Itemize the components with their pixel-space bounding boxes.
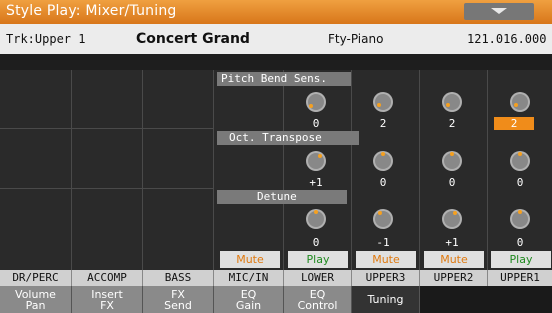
channel-column-dr-perc [0,70,72,270]
row-divider [0,188,213,189]
mute-button-upper2[interactable]: Mute [424,251,484,268]
header-strip [0,54,552,70]
channel-label-mic-in[interactable]: MIC/IN [214,270,284,286]
channel-column-mic-in [214,70,284,270]
tab-label-line2: FX [100,299,114,312]
chevron-down-icon [491,8,507,14]
tab-label-line2: Gain [235,299,262,312]
detune-value-lower: 0 [312,236,320,249]
knob-icon[interactable] [301,146,331,176]
tab-volume-pan[interactable]: Volume Pan [0,286,72,313]
knob-icon[interactable] [437,146,467,176]
detune-value-upper1: 0 [516,236,524,249]
octave-value-upper3: 0 [379,176,387,189]
sound-name[interactable]: Concert Grand [136,31,250,47]
detune-value-upper2: +1 [445,236,459,249]
row-divider [0,128,213,129]
knob-icon[interactable] [505,87,535,117]
pitch-bend-label: Pitch Bend Sens. [217,72,351,86]
knob-icon[interactable] [505,204,535,234]
info-bar: Trk:Upper 1 Concert Grand Fty-Piano 121.… [0,24,552,54]
channel-label-accomp[interactable]: ACCOMP [72,270,143,286]
pitch-bend-value-lower: 0 [312,117,320,130]
play-button-lower[interactable]: Play [288,251,348,268]
octave-transpose-label: Oct. Transpose [217,131,359,145]
tab-label-line2: Pan [25,299,46,312]
octave-value-lower: +1 [309,176,323,189]
knob-icon[interactable] [437,87,467,117]
knob-icon[interactable] [368,204,398,234]
title-bar: Style Play: Mixer/Tuning [0,0,552,24]
knob-icon[interactable] [437,204,467,234]
tab-fx-send[interactable]: FX Send [143,286,214,313]
knob-icon[interactable] [505,146,535,176]
channel-label-upper2[interactable]: UPPER2 [420,270,488,286]
channel-label-upper1[interactable]: UPPER1 [488,270,552,286]
pitch-bend-value-upper1[interactable]: 2 [494,117,534,130]
mute-button-mic-in[interactable]: Mute [220,251,280,268]
detune-label: Detune [217,190,347,204]
channel-label-dr-perc[interactable]: DR/PERC [0,270,72,286]
tab-label-line1: Tuning [367,293,404,306]
knob-icon[interactable] [301,204,331,234]
octave-value-upper1: 0 [516,176,524,189]
tab-label-line2: Control [297,299,338,312]
tab-insert-fx[interactable]: Insert FX [72,286,143,313]
pitch-bend-value-upper2: 2 [448,117,456,130]
mute-button-upper3[interactable]: Mute [356,251,416,268]
track-label[interactable]: Trk:Upper 1 [6,32,85,46]
tab-tuning[interactable]: Tuning [352,286,420,313]
play-button-upper1[interactable]: Play [491,251,551,268]
knob-icon[interactable] [368,146,398,176]
detune-value-upper3: -1 [376,236,390,249]
pitch-bend-value-upper3: 2 [379,117,387,130]
tab-eq-gain[interactable]: EQ Gain [214,286,284,313]
tab-bar: Volume Pan Insert FX FX Send EQ Gain EQ … [0,286,552,313]
channel-name-bar: DR/PERC ACCOMP BASS MIC/IN LOWER UPPER3 … [0,270,552,286]
mixer-tuning-screen: Style Play: Mixer/Tuning Trk:Upper 1 Con… [0,0,552,313]
octave-value-upper2: 0 [448,176,456,189]
channel-column-bass [143,70,214,270]
page-menu-button[interactable] [464,3,534,20]
sound-category: Fty-Piano [328,32,384,46]
tab-eq-control[interactable]: EQ Control [284,286,352,313]
knob-icon[interactable] [368,87,398,117]
page-title: Style Play: Mixer/Tuning [6,3,177,19]
channel-label-lower[interactable]: LOWER [284,270,352,286]
knob-icon[interactable] [301,87,331,117]
tab-label-line2: Send [164,299,192,312]
channel-label-upper3[interactable]: UPPER3 [352,270,420,286]
channel-label-bass[interactable]: BASS [143,270,214,286]
program-number: 121.016.000 [467,32,547,46]
channel-column-accomp [72,70,143,270]
